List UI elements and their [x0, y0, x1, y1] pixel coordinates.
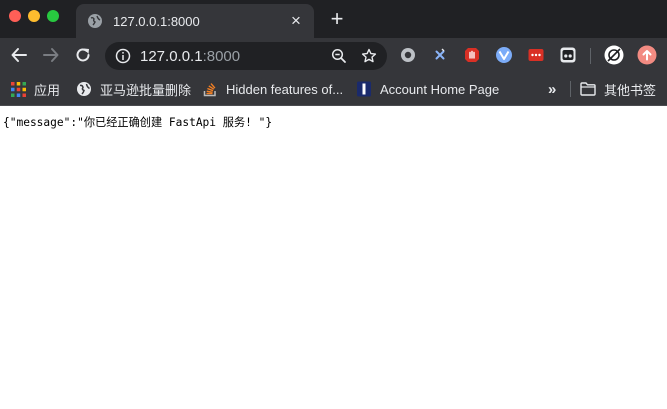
bookmark-account-home[interactable]: Account Home Page	[356, 80, 499, 98]
reload-button[interactable]	[73, 45, 93, 65]
bookmarks-separator	[570, 81, 571, 97]
active-tab[interactable]: 127.0.0.1:8000 ×	[76, 4, 314, 38]
bookmark-hidden-features[interactable]: Hidden features of...	[202, 80, 343, 98]
back-button[interactable]	[9, 45, 29, 65]
extension-x-icon[interactable]	[431, 46, 449, 64]
forward-arrow-icon	[43, 48, 59, 62]
new-tab-button[interactable]: +	[327, 8, 347, 30]
window-close-button[interactable]	[9, 10, 21, 22]
bookmark-apps-label: 应用	[34, 82, 61, 98]
extension-robot-icon[interactable]	[559, 46, 577, 64]
extension-vue-icon[interactable]	[495, 46, 513, 64]
bookmark-amazon-delete[interactable]: 亚马逊批量删除	[76, 80, 191, 98]
window-controls	[9, 10, 59, 22]
reload-icon	[76, 48, 90, 62]
chevron-double-right-icon: »	[548, 80, 557, 98]
url-host: 127.0.0.1	[140, 47, 203, 65]
folder-icon	[580, 81, 596, 97]
tab-strip: 127.0.0.1:8000 × +	[0, 0, 667, 38]
bookmarks-bar: 应用 亚马逊批量删除 Hidden features of... Account…	[0, 72, 667, 106]
update-menu-icon[interactable]	[637, 45, 657, 65]
extension-dots-icon[interactable]	[527, 46, 545, 64]
back-arrow-icon	[11, 48, 27, 62]
bookmark-account-home-label: Account Home Page	[380, 81, 500, 97]
page-content: {"message":"你已经正确创建 FastApi 服务! "}	[0, 106, 667, 130]
globe-icon	[87, 13, 103, 29]
bookmark-star-icon[interactable]	[361, 48, 377, 64]
bookmarks-overflow-button[interactable]: »	[548, 80, 556, 98]
toolbar-separator	[590, 48, 591, 64]
browser-chrome: 127.0.0.1:8000 × + 127.0.0.1:8000 应用 亚马逊…	[0, 0, 667, 106]
json-response-text: {"message":"你已经正确创建 FastApi 服务! "}	[3, 116, 273, 129]
apps-grid-icon	[10, 81, 26, 97]
bookmark-other-folder-label: 其他书签	[604, 82, 657, 98]
account-page-icon	[356, 81, 372, 97]
forward-button[interactable]	[41, 45, 61, 65]
tab-title: 127.0.0.1:8000	[113, 13, 200, 29]
bookmark-apps[interactable]: 应用	[10, 80, 60, 98]
window-minimize-button[interactable]	[28, 10, 40, 22]
info-icon[interactable]	[115, 48, 131, 64]
address-bar[interactable]: 127.0.0.1:8000	[105, 42, 387, 70]
extension-hand-icon[interactable]	[463, 46, 481, 64]
profile-avatar-icon[interactable]	[604, 45, 624, 65]
window-maximize-button[interactable]	[47, 10, 59, 22]
url-text[interactable]: 127.0.0.1:8000	[140, 48, 331, 65]
stackoverflow-icon	[202, 81, 218, 97]
extension-ring-icon[interactable]	[399, 46, 417, 64]
bookmark-other-folder[interactable]: 其他书签	[580, 80, 656, 98]
tab-close-icon[interactable]: ×	[288, 12, 304, 29]
globe-icon	[76, 81, 92, 97]
toolbar: 127.0.0.1:8000	[0, 38, 667, 72]
zoom-icon[interactable]	[331, 48, 347, 64]
bookmark-amazon-delete-label: 亚马逊批量删除	[100, 82, 192, 98]
url-port: :8000	[202, 47, 241, 65]
bookmark-hidden-features-label: Hidden features of...	[226, 81, 344, 97]
